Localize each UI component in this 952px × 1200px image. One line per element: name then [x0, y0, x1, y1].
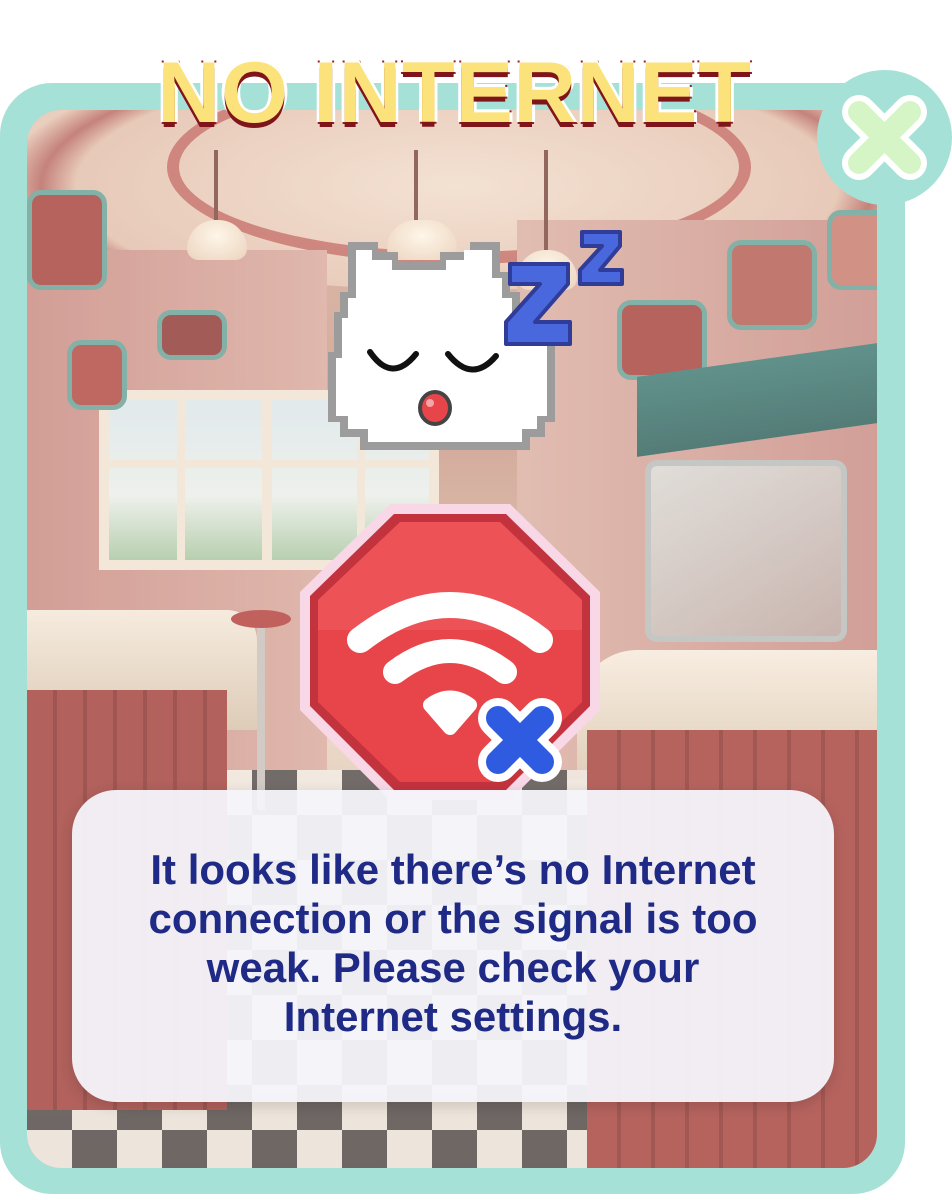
close-button[interactable] — [817, 70, 952, 205]
close-x-icon[interactable] — [817, 70, 952, 205]
x-mark-icon — [478, 698, 562, 782]
error-message: It looks like there’s no Internet connec… — [148, 846, 758, 1040]
zzz-icon — [504, 230, 624, 346]
sleeping-cat-icon — [320, 222, 680, 462]
no-wifi-stop-sign-icon — [290, 500, 620, 820]
title: NO INTERNET — [156, 43, 753, 143]
message-panel: It looks like there’s no Internet connec… — [72, 790, 834, 1102]
